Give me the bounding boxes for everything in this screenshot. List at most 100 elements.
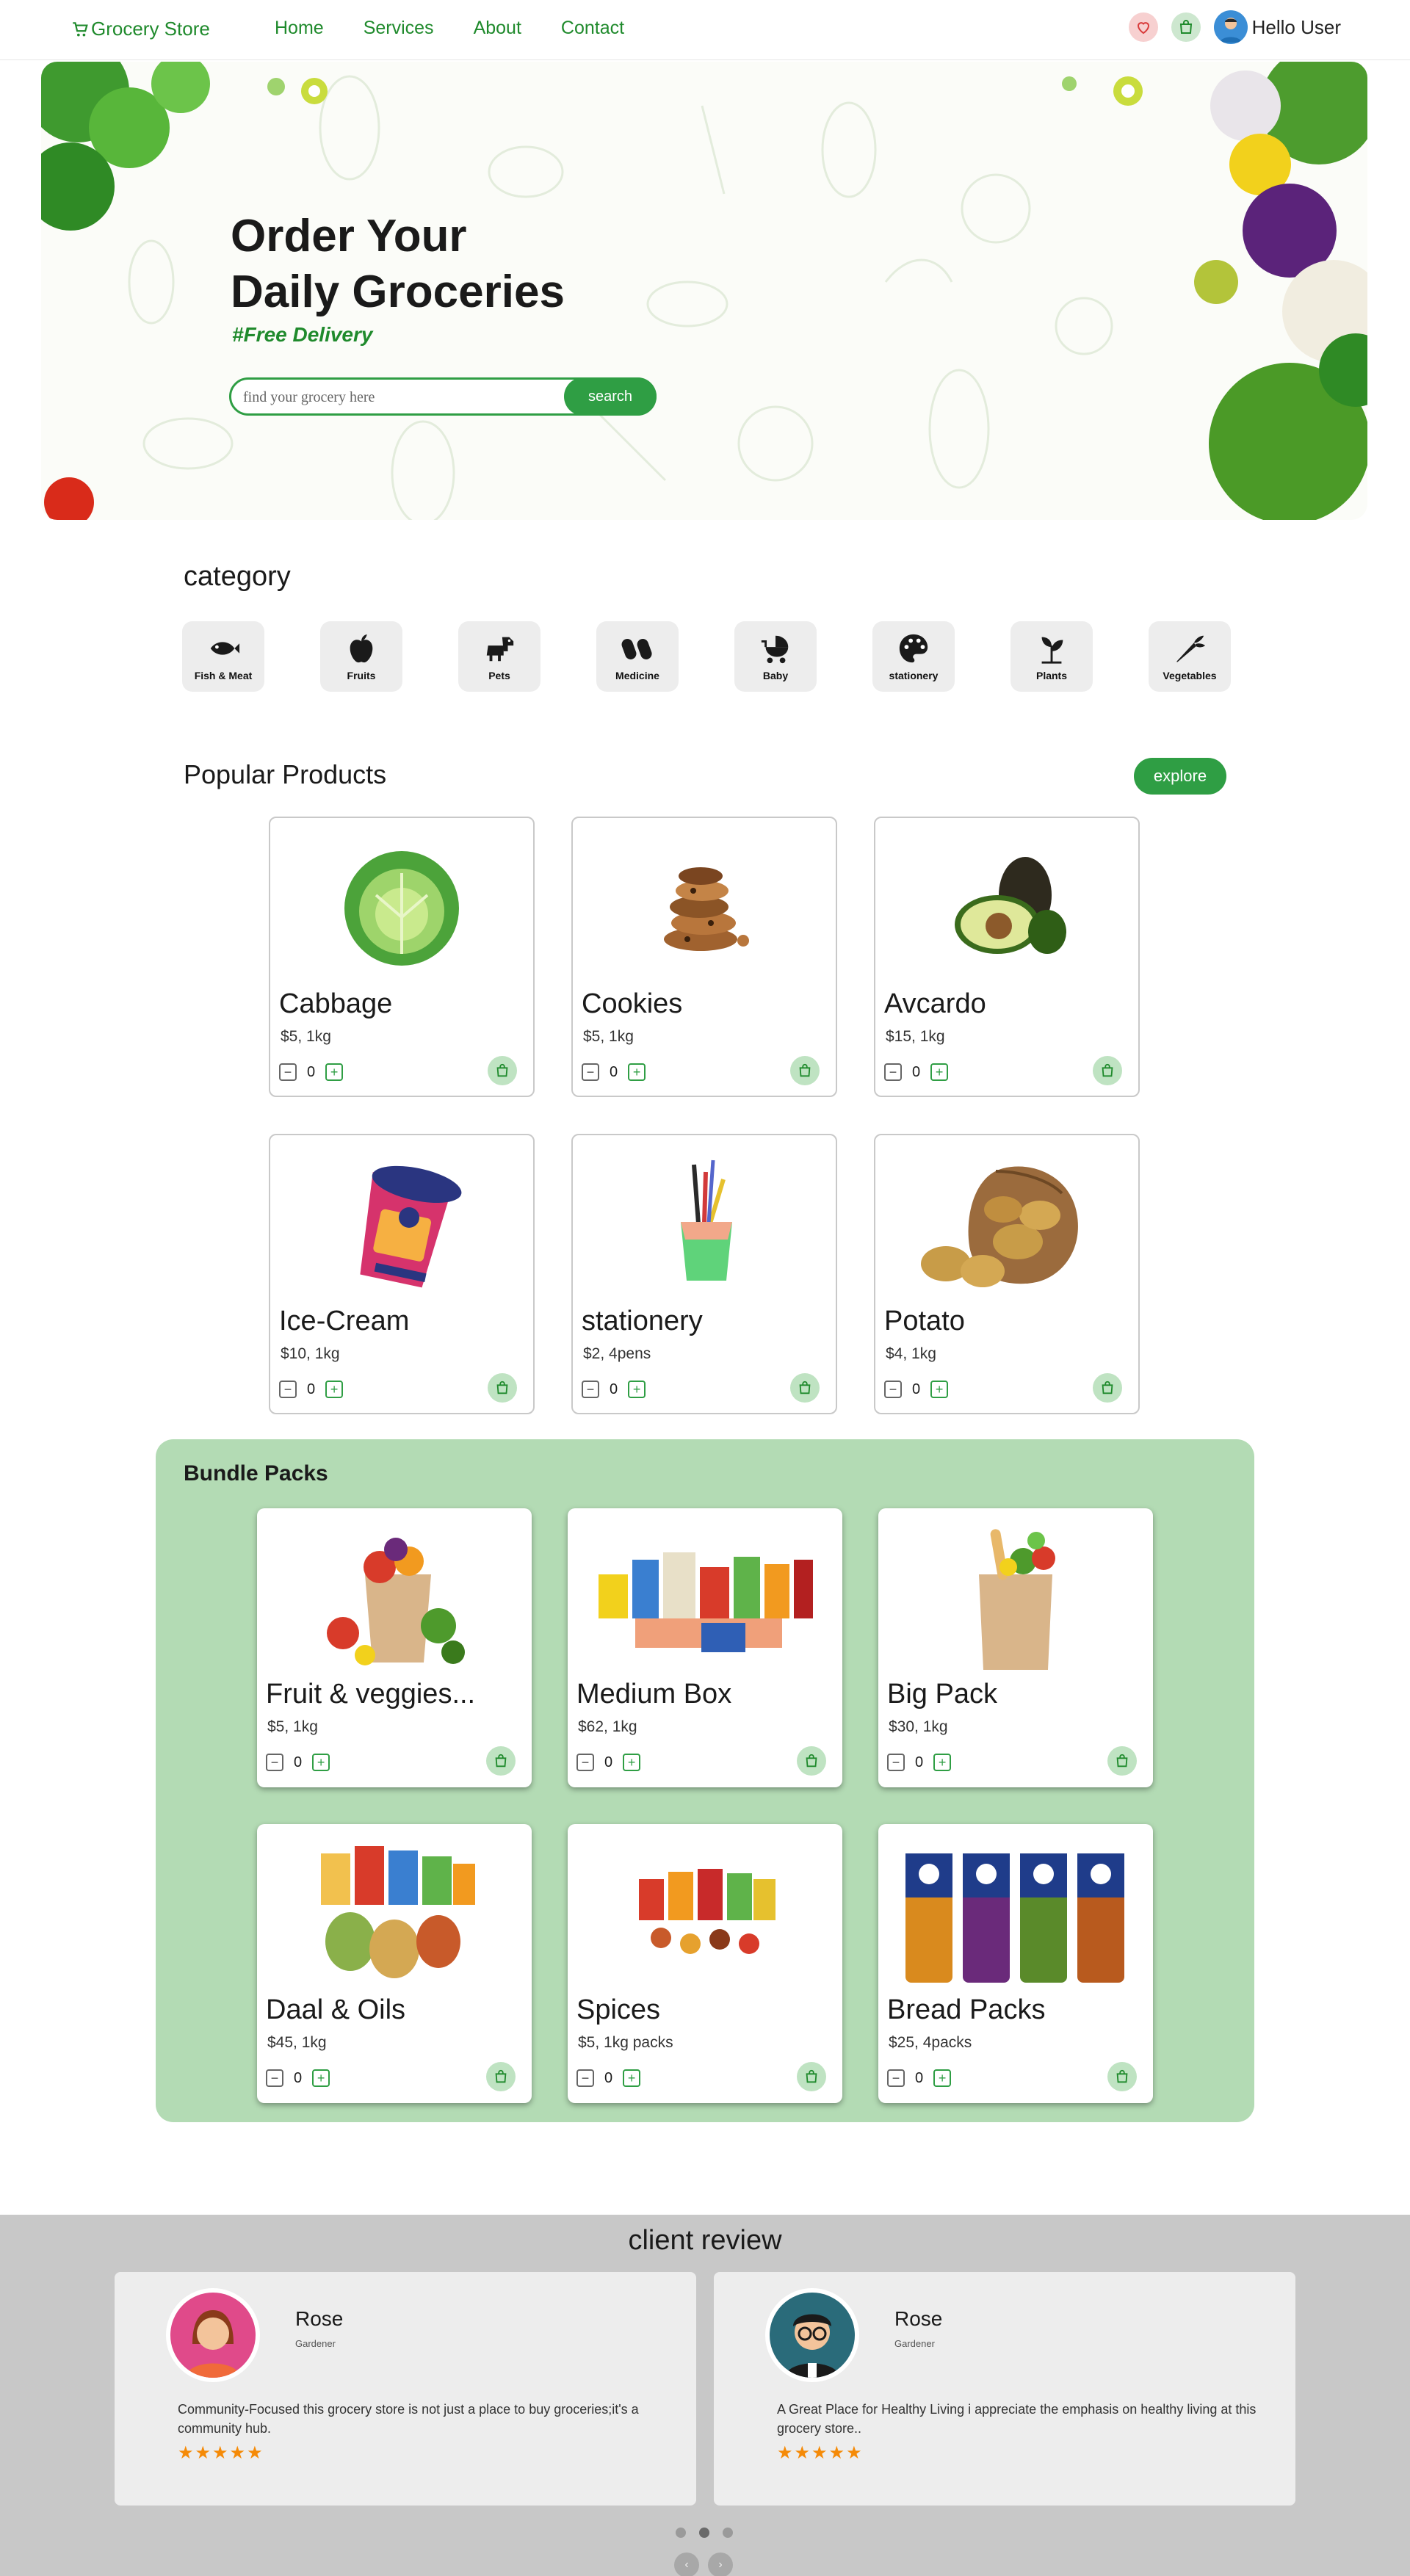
increment-button[interactable]: + bbox=[933, 1754, 952, 1771]
rating-stars: ★★★★★ bbox=[777, 2443, 864, 2463]
add-to-cart-button[interactable] bbox=[488, 1373, 517, 1403]
quantity-value: 0 bbox=[604, 2069, 613, 2086]
category-label: Fish & Meat bbox=[194, 670, 253, 681]
carousel-dot-active[interactable] bbox=[699, 2528, 709, 2538]
decrement-button[interactable]: − bbox=[884, 1381, 902, 1398]
heart-icon bbox=[1137, 22, 1149, 35]
add-to-cart-button[interactable] bbox=[486, 2062, 516, 2091]
dog-icon bbox=[486, 637, 514, 662]
shopping-bag-icon bbox=[806, 2069, 817, 2083]
quantity-value: 0 bbox=[915, 2069, 924, 2086]
add-to-cart-button[interactable] bbox=[790, 1056, 820, 1085]
decrement-button[interactable]: − bbox=[582, 1063, 599, 1081]
decrement-button[interactable]: − bbox=[884, 1063, 902, 1081]
increment-button[interactable]: + bbox=[628, 1063, 646, 1081]
search-input[interactable] bbox=[243, 386, 552, 409]
product-card[interactable]: Potato $4, 1kg −0 + bbox=[874, 1134, 1140, 1414]
category-stationery[interactable]: stationery bbox=[872, 621, 955, 692]
increment-button[interactable]: + bbox=[930, 1063, 949, 1081]
increment-button[interactable]: + bbox=[325, 1381, 344, 1398]
category-vegetables[interactable]: Vegetables bbox=[1149, 621, 1231, 692]
product-card[interactable]: Ice-Cream $10, 1kg −0 + bbox=[269, 1134, 535, 1414]
product-image-cabbage bbox=[270, 833, 533, 980]
add-to-cart-button[interactable] bbox=[1093, 1056, 1122, 1085]
decrement-button[interactable]: − bbox=[279, 1381, 297, 1398]
quantity-stepper: −0 + bbox=[582, 1381, 646, 1398]
carousel-dot[interactable] bbox=[676, 2528, 686, 2538]
decrement-button[interactable]: − bbox=[279, 1063, 297, 1081]
decrement-button[interactable]: − bbox=[887, 2069, 905, 2087]
seedling-icon bbox=[1041, 637, 1063, 664]
add-to-cart-button[interactable] bbox=[790, 1373, 820, 1403]
add-to-cart-button[interactable] bbox=[488, 1056, 517, 1085]
increment-button[interactable]: + bbox=[312, 1754, 330, 1771]
decrement-button[interactable]: − bbox=[576, 2069, 594, 2087]
increment-button[interactable]: + bbox=[623, 1754, 641, 1771]
increment-button[interactable]: + bbox=[628, 1381, 646, 1398]
shopping-bag-icon bbox=[799, 1063, 811, 1077]
search-bar: search bbox=[229, 377, 657, 416]
category-pets[interactable]: Pets bbox=[458, 621, 540, 692]
product-card[interactable]: stationery $2, 4pens −0 + bbox=[571, 1134, 837, 1414]
product-image-potato bbox=[875, 1150, 1138, 1297]
nav-links: Home Services About Contact bbox=[275, 18, 664, 39]
category-baby[interactable]: Baby bbox=[734, 621, 817, 692]
bundle-card[interactable]: Big Pack $30, 1kg −0 + bbox=[878, 1508, 1153, 1787]
palette-icon bbox=[899, 634, 928, 663]
carousel-dot[interactable] bbox=[723, 2528, 733, 2538]
category-fruits[interactable]: Fruits bbox=[320, 621, 402, 692]
bundle-card[interactable]: Daal & Oils $45, 1kg −0 + bbox=[257, 1824, 532, 2103]
increment-button[interactable]: + bbox=[325, 1063, 344, 1081]
decrement-button[interactable]: − bbox=[266, 1754, 283, 1771]
product-card[interactable]: Cabbage $5, 1kg −0 + bbox=[269, 817, 535, 1097]
increment-button[interactable]: + bbox=[933, 2069, 952, 2087]
cart-button[interactable] bbox=[1171, 12, 1201, 42]
bundle-card[interactable]: Fruit & veggies... $5, 1kg −0 + bbox=[257, 1508, 532, 1787]
decrement-button[interactable]: − bbox=[887, 1754, 905, 1771]
bundle-card[interactable]: Spices $5, 1kg packs −0 + bbox=[568, 1824, 842, 2103]
search-button[interactable]: search bbox=[564, 377, 657, 416]
category-plants[interactable]: Plants bbox=[1010, 621, 1093, 692]
client-review-section: client review Rose Gardener Community-Fo… bbox=[0, 2215, 1410, 2576]
carousel-prev-button[interactable]: ‹ bbox=[674, 2553, 699, 2576]
product-price: $10, 1kg bbox=[281, 1345, 340, 1362]
bundle-card[interactable]: Bread Packs $25, 4packs −0 + bbox=[878, 1824, 1153, 2103]
nav-link-home[interactable]: Home bbox=[275, 18, 324, 39]
user-avatar[interactable] bbox=[1213, 10, 1248, 44]
category-medicine[interactable]: Medicine bbox=[596, 621, 679, 692]
explore-button[interactable]: explore bbox=[1134, 758, 1226, 795]
brand-logo[interactable]: Grocery Store bbox=[70, 18, 210, 40]
reviewer-name: Rose bbox=[295, 2307, 344, 2330]
decrement-button[interactable]: − bbox=[266, 2069, 283, 2087]
add-to-cart-button[interactable] bbox=[486, 1746, 516, 1776]
increment-button[interactable]: + bbox=[623, 2069, 641, 2087]
decrement-button[interactable]: − bbox=[576, 1754, 594, 1771]
product-name: Daal & Oils bbox=[266, 1994, 406, 2025]
quantity-stepper: −0 + bbox=[887, 1754, 952, 1771]
add-to-cart-button[interactable] bbox=[1107, 1746, 1137, 1776]
wishlist-button[interactable] bbox=[1128, 12, 1158, 42]
increment-button[interactable]: + bbox=[312, 2069, 330, 2087]
add-to-cart-button[interactable] bbox=[1093, 1373, 1122, 1403]
bundle-card[interactable]: Medium Box $62, 1kg −0 + bbox=[568, 1508, 842, 1787]
category-list: Fish & Meat Fruits Pets Medicine Baby st… bbox=[182, 621, 1231, 692]
nav-link-services[interactable]: Services bbox=[364, 18, 434, 39]
add-to-cart-button[interactable] bbox=[797, 2062, 826, 2091]
category-fish-meat[interactable]: Fish & Meat bbox=[182, 621, 264, 692]
product-card[interactable]: Cookies $5, 1kg −0 + bbox=[571, 817, 837, 1097]
increment-button[interactable]: + bbox=[930, 1381, 949, 1398]
nav-link-about[interactable]: About bbox=[474, 18, 521, 39]
decrement-button[interactable]: − bbox=[582, 1381, 599, 1398]
quantity-stepper: −0 + bbox=[279, 1063, 344, 1081]
carousel-next-button[interactable]: › bbox=[708, 2553, 733, 2576]
product-card[interactable]: Avcardo $15, 1kg −0 + bbox=[874, 817, 1140, 1097]
add-to-cart-button[interactable] bbox=[1107, 2062, 1137, 2091]
nav-link-contact[interactable]: Contact bbox=[561, 18, 624, 39]
add-to-cart-button[interactable] bbox=[797, 1746, 826, 1776]
user-greeting[interactable]: Hello User bbox=[1252, 16, 1341, 39]
product-name: Potato bbox=[884, 1306, 965, 1336]
product-image-ice-cream bbox=[270, 1150, 533, 1297]
shopping-bag-icon bbox=[495, 1754, 507, 1768]
product-name: Medium Box bbox=[576, 1679, 732, 1710]
category-label: Baby bbox=[762, 670, 789, 681]
